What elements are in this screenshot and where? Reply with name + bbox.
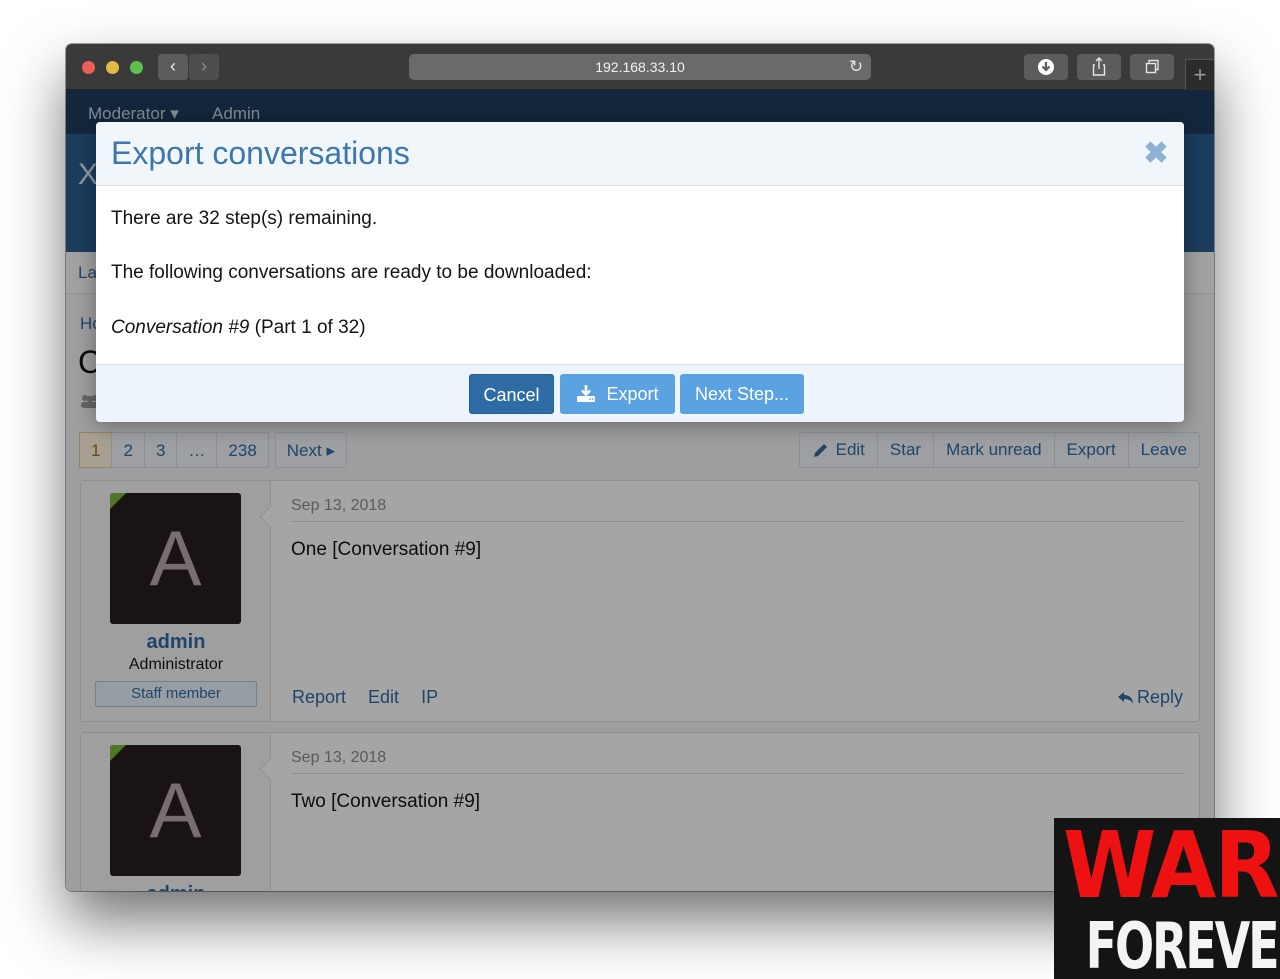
downloads-button[interactable] [1024,54,1068,80]
url-text: 192.168.33.10 [595,59,685,75]
dialog-header: Export conversations ✖ [96,122,1184,186]
watermark-logo: WAR FOREVER [1054,818,1280,979]
watermark-line-2: FOREVER [1085,910,1280,979]
cancel-button[interactable]: Cancel [469,374,554,414]
download-icon [577,385,596,402]
export-dialog: Export conversations ✖ There are 32 step… [96,122,1184,422]
back-button[interactable]: ‹ [158,54,188,80]
steps-remaining-text: There are 32 step(s) remaining. [111,208,378,229]
show-tabs-button[interactable] [1130,54,1174,80]
share-icon [1092,57,1106,76]
ready-text: The following conversations are ready to… [111,262,592,283]
new-tab-button[interactable]: + [1185,59,1214,90]
export-item-part: (Part 1 of 32) [249,317,366,338]
zoom-window-button[interactable] [130,61,143,74]
export-button[interactable]: Export [560,374,675,414]
watermark-line-1: WAR [1063,818,1280,919]
tabs-icon [1145,59,1159,74]
minimize-window-button[interactable] [106,61,119,74]
export-item: Conversation #9 (Part 1 of 32) [111,317,366,339]
close-icon[interactable]: ✖ [1142,139,1170,169]
share-button[interactable] [1077,54,1121,80]
screen: ‹ › 192.168.33.10 ↻ + Moderator ▾ Admin … [0,0,1280,979]
chevron-left-icon: ‹ [170,56,176,76]
close-window-button[interactable] [82,61,95,74]
web-page: Moderator ▾ Admin X La Ho C 1 2 3 … 238 … [66,90,1214,891]
browser-toolbar: ‹ › 192.168.33.10 ↻ + [66,44,1214,90]
plus-icon: + [1193,62,1207,87]
reload-icon[interactable]: ↻ [847,54,865,80]
dialog-title: Export conversations [111,135,410,171]
next-step-button[interactable]: Next Step... [680,374,804,414]
address-bar[interactable]: 192.168.33.10 ↻ [409,54,871,80]
export-item-title: Conversation #9 [111,317,250,338]
download-icon [1038,59,1054,75]
chevron-right-icon: › [201,56,207,76]
browser-window: ‹ › 192.168.33.10 ↻ + Moderator ▾ Admin … [66,44,1214,891]
dialog-footer: Cancel Export Next Step... [96,364,1184,422]
forward-button[interactable]: › [189,54,219,80]
export-label: Export [606,384,659,404]
